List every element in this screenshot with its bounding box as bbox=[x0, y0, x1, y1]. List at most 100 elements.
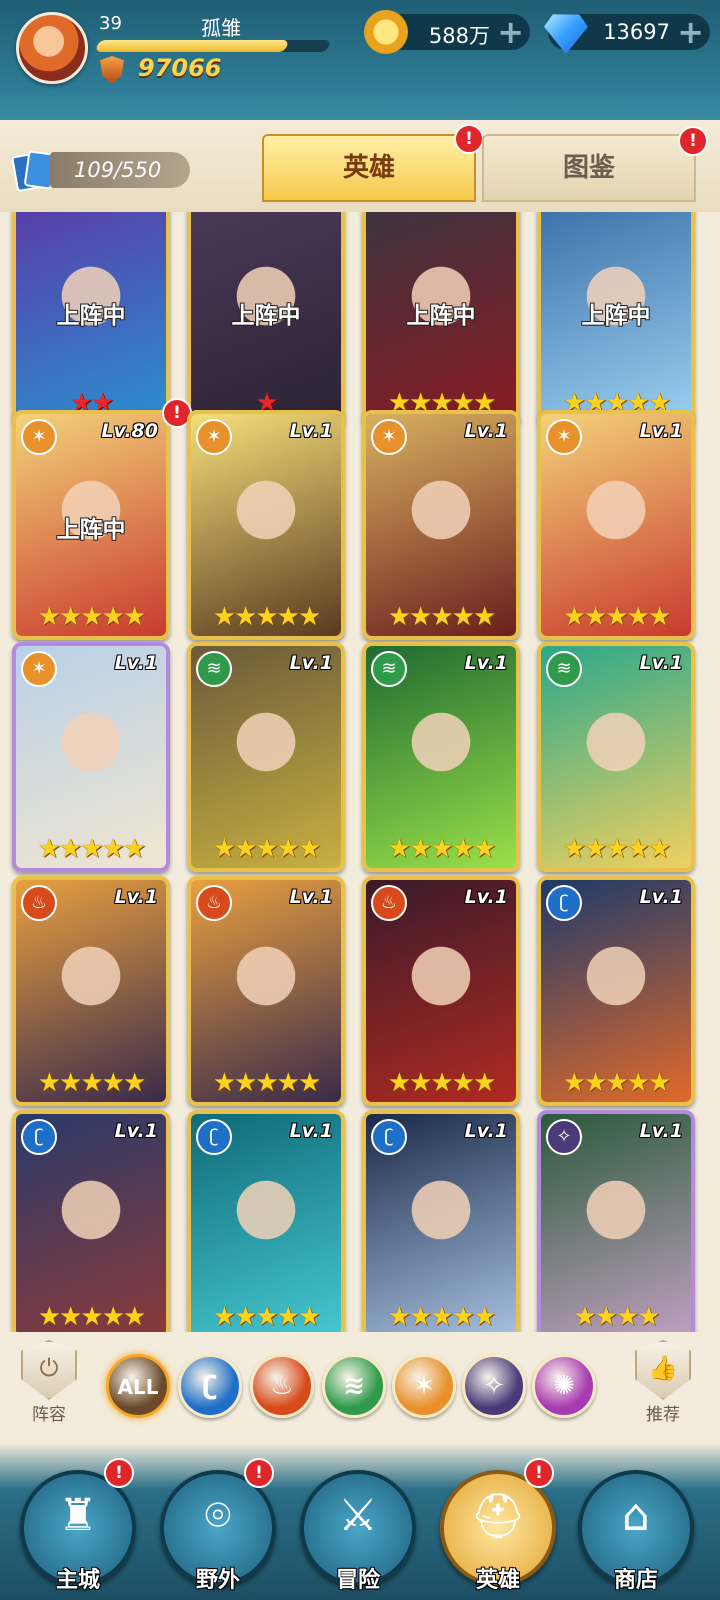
hero-stars: ★★★★★ bbox=[562, 834, 672, 864]
hero-card[interactable]: 上阵中 ★ bbox=[187, 212, 345, 426]
hero-card[interactable]: 上阵中 ★★★★★ bbox=[537, 212, 695, 426]
hero-face bbox=[406, 1174, 476, 1264]
nav-sword[interactable]: ⚔ 冒险 bbox=[300, 1470, 416, 1593]
portal-icon: ⌾ bbox=[204, 1490, 232, 1541]
filter-water-faction[interactable]: ʗ bbox=[178, 1354, 242, 1418]
filter-void-faction[interactable]: ✺ bbox=[532, 1354, 596, 1418]
tab-heroes-alert-icon: ! bbox=[454, 124, 484, 154]
xp-bar bbox=[94, 40, 332, 52]
filter-nature-faction[interactable]: ≋ bbox=[322, 1354, 386, 1418]
hero-card[interactable]: ʗ Lv.1 ★★★★★ bbox=[362, 1110, 520, 1332]
nav-label: 野外 bbox=[195, 1568, 240, 1593]
diamond-icon bbox=[544, 14, 588, 54]
hero-card[interactable]: ✶ Lv.80 上阵中 ★★★★★ bbox=[12, 410, 170, 640]
hero-card[interactable]: ≋ Lv.1 ★★★★★ bbox=[362, 642, 520, 872]
hero-stars: ★★★★★ bbox=[37, 1302, 147, 1332]
recommend-button[interactable]: 👍 推荐 bbox=[630, 1340, 696, 1425]
hero-face bbox=[406, 940, 476, 1030]
void-faction-icon: ✺ bbox=[553, 1371, 575, 1401]
hero-face bbox=[56, 940, 126, 1030]
hero-card[interactable]: ♨ Lv.1 ★★★★★ bbox=[12, 876, 170, 1106]
hero-stars: ★★★★★ bbox=[387, 1068, 497, 1098]
hero-stars: ★★★★ bbox=[573, 1302, 660, 1332]
light-faction-icon: ✶ bbox=[21, 651, 57, 687]
hero-face bbox=[56, 706, 126, 796]
hero-card[interactable]: ♨ Lv.1 ★★★★★ bbox=[187, 876, 345, 1106]
hero-card[interactable]: 上阵中 ★★★★★ bbox=[362, 212, 520, 426]
hero-card[interactable]: ✧ Lv.1 ★★★★ bbox=[537, 1110, 695, 1332]
hero-level: Lv.1 bbox=[289, 886, 333, 908]
hero-card[interactable]: ʗ Lv.1 ★★★★★ bbox=[187, 1110, 345, 1332]
light-faction-icon: ✶ bbox=[21, 419, 57, 455]
hero-face bbox=[56, 1174, 126, 1264]
add-gems-button[interactable]: + bbox=[677, 14, 704, 50]
hero-stars: ★★★★★ bbox=[387, 1302, 497, 1332]
gold-amount: 588万 bbox=[428, 24, 490, 48]
helmet-icon: ⛑ bbox=[470, 1491, 526, 1542]
dark-faction-icon: ✧ bbox=[483, 1371, 505, 1401]
hero-card[interactable]: ʗ Lv.1 ★★★★★ bbox=[12, 1110, 170, 1332]
hero-level: Lv.1 bbox=[464, 652, 508, 674]
water-faction-icon: ʗ bbox=[21, 1119, 57, 1155]
hero-face bbox=[581, 474, 651, 564]
hero-grid: 上阵中 ★★ 上阵中 ★ 上阵中 ★★★★★ 上阵中 ★★★★★ ✶ Lv.80 上阵中 ★★★★★!… bbox=[0, 212, 720, 1332]
hero-card[interactable]: ✶ Lv.1 ★★★★★ bbox=[362, 410, 520, 640]
hero-card[interactable]: ʗ Lv.1 ★★★★★ bbox=[537, 876, 695, 1106]
hero-card[interactable]: ✶ Lv.1 ★★★★★ bbox=[12, 642, 170, 872]
top-bar: 39 孤雏 97066 588万 + 13697 + bbox=[0, 0, 720, 120]
hero-card[interactable]: ≋ Lv.1 ★★★★★ bbox=[187, 642, 345, 872]
add-gold-button[interactable]: + bbox=[497, 14, 524, 50]
hero-face bbox=[231, 706, 301, 796]
filter-all[interactable]: ALL bbox=[106, 1354, 170, 1418]
hero-level: Lv.1 bbox=[289, 1120, 333, 1142]
filter-light-faction[interactable]: ✶ bbox=[392, 1354, 456, 1418]
hero-level: Lv.1 bbox=[289, 652, 333, 674]
player-power: 97066 bbox=[138, 54, 222, 82]
hero-level: Lv.1 bbox=[639, 1120, 683, 1142]
hero-level: Lv.1 bbox=[114, 652, 158, 674]
nav-alert-icon: ! bbox=[244, 1458, 274, 1488]
hero-face bbox=[581, 1174, 651, 1264]
nature-faction-icon: ≋ bbox=[343, 1371, 365, 1401]
hero-level: Lv.80 bbox=[101, 420, 158, 442]
lineup-label: 阵容 bbox=[32, 1405, 66, 1425]
nav-label: 主城 bbox=[55, 1568, 100, 1593]
nature-faction-icon: ≋ bbox=[546, 651, 582, 687]
fire-faction-icon: ♨ bbox=[21, 885, 57, 921]
hero-level: Lv.1 bbox=[114, 886, 158, 908]
hero-stars: ★★★★★ bbox=[212, 602, 322, 632]
hero-card[interactable]: ♨ Lv.1 ★★★★★ bbox=[362, 876, 520, 1106]
player-level-box: 39 孤雏 bbox=[94, 8, 335, 54]
nav-label: 英雄 bbox=[475, 1568, 520, 1593]
filter-fire-faction[interactable]: ♨ bbox=[250, 1354, 314, 1418]
player-avatar[interactable] bbox=[16, 12, 88, 84]
hero-deployed-label: 上阵中 bbox=[56, 303, 126, 329]
hero-card[interactable]: ≋ Lv.1 ★★★★★ bbox=[537, 642, 695, 872]
light-faction-icon: ✶ bbox=[371, 419, 407, 455]
tab-codex[interactable]: 图鉴 bbox=[482, 134, 696, 202]
hero-card[interactable]: ✶ Lv.1 ★★★★★ bbox=[537, 410, 695, 640]
hero-card[interactable]: 上阵中 ★★ bbox=[12, 212, 170, 426]
hero-deployed-label: 上阵中 bbox=[581, 303, 651, 329]
thumbs-up-icon: 👍 bbox=[635, 1340, 691, 1400]
fire-faction-icon: ♨ bbox=[196, 885, 232, 921]
tab-heroes[interactable]: 英雄 bbox=[262, 134, 476, 202]
gold-coin-icon bbox=[364, 10, 408, 54]
hero-face bbox=[406, 474, 476, 564]
player-name: 孤雏 bbox=[201, 16, 241, 40]
hero-level: Lv.1 bbox=[289, 420, 333, 442]
hero-level: Lv.1 bbox=[639, 420, 683, 442]
lineup-button[interactable]: ⏻ 阵容 bbox=[16, 1340, 82, 1425]
nav-alert-icon: ! bbox=[104, 1458, 134, 1488]
light-faction-icon: ✶ bbox=[196, 419, 232, 455]
hero-deployed-label: 上阵中 bbox=[406, 303, 476, 329]
nature-faction-icon: ≋ bbox=[196, 651, 232, 687]
water-faction-icon: ʗ bbox=[202, 1371, 218, 1401]
nav-shop[interactable]: ⌂ 商店 bbox=[578, 1470, 694, 1593]
filter-dark-faction[interactable]: ✧ bbox=[462, 1354, 526, 1418]
hero-stars: ★★★★★ bbox=[562, 602, 672, 632]
hero-deployed-label: 上阵中 bbox=[231, 303, 301, 329]
hero-face bbox=[581, 940, 651, 1030]
hero-card[interactable]: ✶ Lv.1 ★★★★★ bbox=[187, 410, 345, 640]
hero-cards-icon bbox=[14, 150, 50, 190]
